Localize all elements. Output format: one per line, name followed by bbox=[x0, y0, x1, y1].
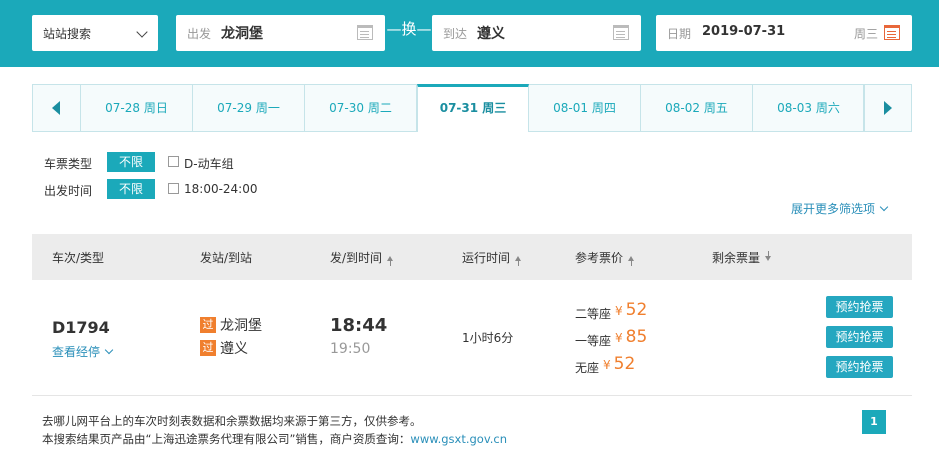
date-tab[interactable]: 08-02 周五 bbox=[641, 85, 753, 131]
header-remaining-label: 剩余票量 bbox=[712, 251, 761, 265]
header-price-label: 参考票价 bbox=[575, 251, 624, 265]
price-amount: 52 bbox=[625, 300, 648, 320]
arrow-left-icon bbox=[52, 101, 60, 115]
currency-symbol: ¥ bbox=[615, 304, 623, 318]
header-remaining[interactable]: 剩余票量 bbox=[712, 249, 772, 266]
sort-up-icon bbox=[515, 256, 522, 266]
seat-type: 一等座 bbox=[575, 334, 612, 348]
more-filters-link[interactable]: 展开更多筛选项 bbox=[790, 200, 889, 217]
departure-station-name: 龙洞堡 bbox=[220, 318, 262, 334]
departure-time: 18:44 bbox=[330, 315, 388, 336]
pass-through-badge: 过 bbox=[200, 340, 216, 356]
reserve-button[interactable]: 预约抢票 bbox=[826, 296, 893, 318]
date-value: 2019-07-31 bbox=[702, 24, 786, 39]
chevron-down-icon bbox=[879, 202, 889, 212]
date-label: 日期 bbox=[667, 27, 692, 41]
search-mode-select[interactable]: 站站搜索 bbox=[32, 15, 158, 51]
date-tab-active[interactable]: 07-31 周三 bbox=[417, 84, 529, 132]
reserve-button[interactable]: 预约抢票 bbox=[826, 326, 893, 348]
disclaimer-line: 去哪儿网平台上的车次时刻表数据和余票数据均来源于第三方，仅供参考。 bbox=[42, 414, 422, 428]
view-stops-label: 查看经停 bbox=[52, 345, 101, 359]
currency-symbol: ¥ bbox=[603, 358, 611, 372]
header-duration[interactable]: 运行时间 bbox=[462, 249, 522, 266]
more-filters-label: 展开更多筛选项 bbox=[790, 202, 875, 216]
swap-label: 换 bbox=[401, 20, 417, 38]
pass-through-badge: 过 bbox=[200, 317, 216, 333]
header-times-label: 发/到时间 bbox=[330, 251, 383, 265]
swap-stations-button[interactable]: —换— bbox=[386, 18, 432, 39]
travel-duration: 1小时6分 bbox=[462, 331, 514, 345]
to-label: 到达 bbox=[443, 27, 468, 41]
arrival-time: 19:50 bbox=[330, 341, 371, 357]
ticket-type-checkbox[interactable] bbox=[168, 156, 179, 167]
station-list-icon[interactable] bbox=[357, 25, 373, 40]
search-mode-value: 站站搜索 bbox=[43, 27, 92, 41]
merchant-qualification-link[interactable]: www.gsxt.gov.cn bbox=[410, 432, 507, 446]
seat-price: ¥85 bbox=[615, 327, 647, 347]
depart-time-label: 出发时间 bbox=[44, 184, 93, 198]
merchant-info-line: 本搜索结果页产品由“上海迅途票务代理有限公司”销售，商户资质查询：www.gsx… bbox=[42, 431, 507, 447]
date-weekday: 周三 bbox=[853, 27, 878, 41]
seat-type: 无座 bbox=[575, 361, 600, 375]
currency-symbol: ¥ bbox=[615, 331, 623, 345]
station-list-icon[interactable] bbox=[613, 25, 629, 40]
from-label: 出发 bbox=[187, 27, 212, 41]
chevron-down-icon bbox=[136, 26, 148, 38]
calendar-icon[interactable] bbox=[884, 25, 900, 40]
date-field[interactable]: 日期 2019-07-31 周三 bbox=[656, 15, 912, 51]
date-tab[interactable]: 08-03 周六 bbox=[753, 85, 865, 131]
header-train: 车次/类型 bbox=[52, 249, 104, 266]
chevron-down-icon bbox=[104, 345, 114, 355]
header-stations: 发站/到站 bbox=[200, 249, 252, 266]
prev-dates-button[interactable] bbox=[33, 85, 81, 131]
table-row: D1794 查看经停 过 龙洞堡 过 遵义 18:44 19:50 1小时6分 … bbox=[32, 280, 912, 396]
header-duration-label: 运行时间 bbox=[462, 251, 511, 265]
arrival-station-name: 遵义 bbox=[220, 341, 248, 357]
depart-time-any-tag[interactable]: 不限 bbox=[107, 179, 155, 199]
next-dates-button[interactable] bbox=[863, 85, 911, 131]
merchant-info-text: 本搜索结果页产品由“上海迅途票务代理有限公司”销售，商户资质查询： bbox=[42, 432, 411, 446]
ticket-type-option[interactable]: D-动车组 bbox=[184, 155, 234, 172]
ticket-type-label: 车票类型 bbox=[44, 157, 93, 171]
header-stations-label: 发站/到站 bbox=[200, 251, 253, 265]
from-city: 龙洞堡 bbox=[221, 26, 263, 42]
seat-price: ¥52 bbox=[615, 300, 647, 320]
date-tabs: 07-28 周日 07-29 周一 07-30 周二 07-31 周三 08-0… bbox=[32, 84, 912, 132]
date-tab[interactable]: 07-30 周二 bbox=[305, 85, 417, 131]
depart-time-option[interactable]: 18:00-24:00 bbox=[184, 182, 258, 196]
to-city: 遵义 bbox=[477, 26, 505, 42]
seat-price: ¥52 bbox=[603, 354, 635, 374]
ticket-type-any-tag[interactable]: 不限 bbox=[107, 152, 155, 172]
sort-up-icon bbox=[387, 256, 394, 266]
arrow-right-icon bbox=[884, 101, 892, 115]
sort-down-icon bbox=[765, 251, 772, 261]
from-station-field[interactable]: 出发 龙洞堡 bbox=[176, 15, 385, 51]
view-stops-link[interactable]: 查看经停 bbox=[52, 343, 114, 360]
date-tab[interactable]: 07-29 周一 bbox=[193, 85, 305, 131]
swap-dash-right: — bbox=[416, 20, 432, 38]
header-times[interactable]: 发/到时间 bbox=[330, 249, 394, 266]
search-bar: 站站搜索 出发 龙洞堡 —换— 到达 遵义 日期 2019-07-31 周三 bbox=[0, 0, 939, 67]
header-train-label: 车次/类型 bbox=[52, 251, 105, 265]
results-table-header: 车次/类型 发站/到站 发/到时间 运行时间 参考票价 剩余票量 bbox=[32, 234, 912, 280]
date-tab[interactable]: 08-01 周四 bbox=[529, 85, 641, 131]
to-station-field[interactable]: 到达 遵义 bbox=[432, 15, 641, 51]
depart-time-checkbox[interactable] bbox=[168, 183, 179, 194]
header-price[interactable]: 参考票价 bbox=[575, 249, 635, 266]
date-tab[interactable]: 07-28 周日 bbox=[81, 85, 193, 131]
price-amount: 52 bbox=[613, 354, 636, 374]
seat-type: 二等座 bbox=[575, 307, 612, 321]
price-amount: 85 bbox=[625, 327, 648, 347]
sort-up-icon bbox=[628, 256, 635, 266]
swap-dash-left: — bbox=[386, 20, 402, 38]
train-number: D1794 bbox=[52, 318, 110, 337]
reserve-button[interactable]: 预约抢票 bbox=[826, 356, 893, 378]
page-number-button[interactable]: 1 bbox=[862, 410, 886, 434]
